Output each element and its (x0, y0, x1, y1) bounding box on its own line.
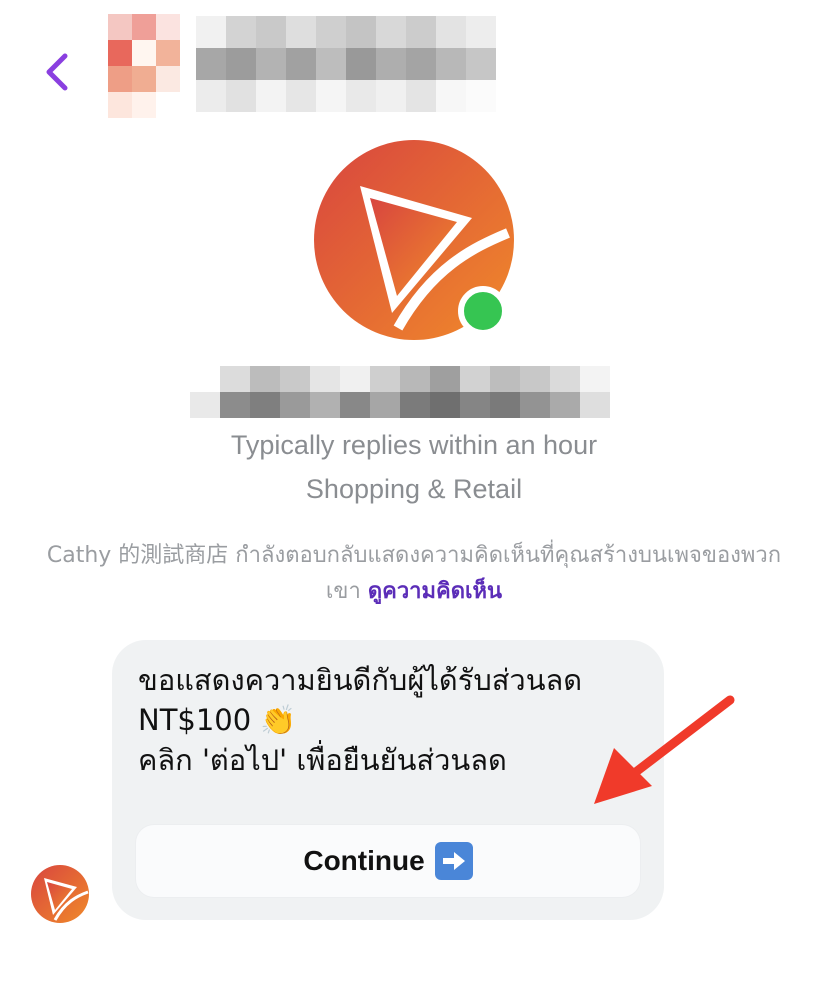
right-arrow-emoji-icon (434, 842, 473, 880)
comment-reply-notice: Cathy 的測試商店 กำลังตอบกลับแสดงความคิดเห็นท… (30, 538, 798, 610)
annotation-arrow-icon (594, 695, 735, 804)
sender-avatar[interactable] (30, 864, 90, 924)
header-name-redacted (196, 16, 496, 116)
back-button[interactable] (36, 50, 76, 94)
continue-button[interactable]: Continue (136, 825, 640, 897)
chevron-left-icon (46, 53, 68, 91)
continue-label: Continue (303, 845, 425, 876)
page-category: Shopping & Retail (305, 474, 523, 504)
page-name-redacted (190, 366, 620, 422)
online-status-dot (458, 286, 508, 336)
message-text: ขอแสดงความยินดีกับผู้ได้รับส่วนลด NT$100… (138, 663, 583, 777)
view-comment-link[interactable]: ดูความคิดเห็น (368, 579, 502, 604)
reply-time-text: Typically replies within an hour (230, 430, 598, 460)
header-avatar-redacted[interactable] (108, 14, 180, 118)
